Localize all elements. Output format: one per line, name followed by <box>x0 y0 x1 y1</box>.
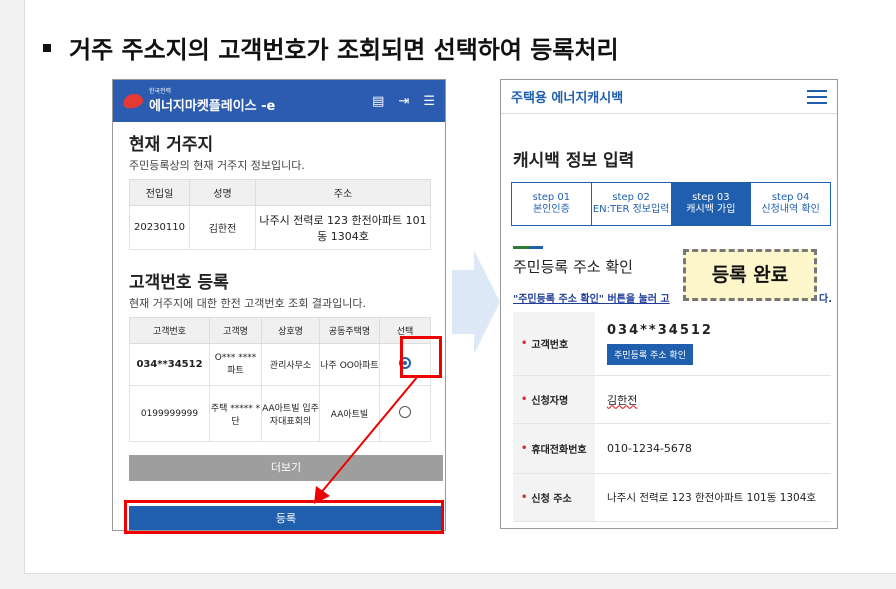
applicant-name-row: • 신청자명 김한전 <box>513 376 831 424</box>
menu-icon[interactable]: ☰ <box>423 94 435 109</box>
right-phone-screen: 주택용 에너지캐시백 캐시백 정보 입력 step 01 본인인증 step 02… <box>500 79 838 529</box>
app-title[interactable]: 주택용 에너지캐시백 <box>511 87 623 106</box>
customer-number-row: • 고객번호 034**34512 주민등록 주소 확인 <box>513 312 831 376</box>
step-4: step 04 신청내역 확인 <box>761 192 820 215</box>
application-address-value: 나주시 전력로 123 한전아파트 101동 1304호 <box>607 492 817 504</box>
current-address-desc: 주민등록상의 현재 거주지 정보입니다. <box>129 159 305 172</box>
left-phone-header: 한국전력 에너지마켓플레이스 -e ▤ ⇥ ☰ <box>113 80 445 122</box>
bullet-icon <box>43 43 51 52</box>
address-note: "주민등록 주소 확인" 버튼을 눌러 고 <box>513 294 670 305</box>
application-address-row: • 신청 주소 나주시 전력로 123 한전아파트 101동 1304호 <box>513 474 831 522</box>
current-address-table: 전입일 성명 주소 20230110 김한전 나주시 전력로 123 한전아파트… <box>129 179 431 250</box>
step-2: step 02 EN:TER 정보입력 <box>592 183 672 225</box>
address-note-tail: 다. <box>819 294 832 305</box>
registration-done-badge: 등록 완료 <box>683 249 817 301</box>
document-icon[interactable]: ▤ <box>372 94 384 109</box>
brand-logo[interactable]: 한국전력 에너지마켓플레이스 -e <box>121 88 275 114</box>
transition-arrow-icon <box>452 250 500 354</box>
table-row: 20230110 김한전 나주시 전력로 123 한전아파트 101동 1304… <box>129 205 431 250</box>
section-accent-bar-blue <box>529 246 543 249</box>
customer-number-title: 고객번호 등록 <box>129 273 229 293</box>
slide-heading: 거주 주소지의 고객번호가 조회되면 선택하여 등록처리 <box>43 30 619 65</box>
phone-number-row: • 휴대전화번호 010-1234-5678 <box>513 424 831 474</box>
customer-number-desc: 현재 거주지에 대한 한전 고객번호 조회 결과입니다. <box>129 297 366 310</box>
customer-number-value: 034**34512 <box>607 322 713 338</box>
step-1: step 01 본인인증 <box>512 183 592 225</box>
step-indicator: step 01 본인인증 step 02 EN:TER 정보입력 step 03 캐시… <box>511 182 831 226</box>
current-address-title: 현재 거주지 <box>129 135 214 155</box>
login-icon[interactable]: ⇥ <box>398 94 409 109</box>
kepco-logo-icon <box>121 91 145 111</box>
section-accent-bar <box>513 246 529 249</box>
phone-number-value: 010-1234-5678 <box>607 442 692 455</box>
applicant-name-value: 김한전 <box>607 393 638 407</box>
address-confirm-title: 주민등록 주소 확인 <box>513 258 633 276</box>
step-3-active: step 03 캐시백 가입 <box>671 183 752 225</box>
hamburger-menu-icon[interactable] <box>807 86 827 108</box>
verify-address-button[interactable]: 주민등록 주소 확인 <box>607 343 693 365</box>
right-phone-header: 주택용 에너지캐시백 <box>501 80 837 114</box>
red-arrow-icon <box>314 375 419 504</box>
cashback-heading: 캐시백 정보 입력 <box>513 151 635 171</box>
